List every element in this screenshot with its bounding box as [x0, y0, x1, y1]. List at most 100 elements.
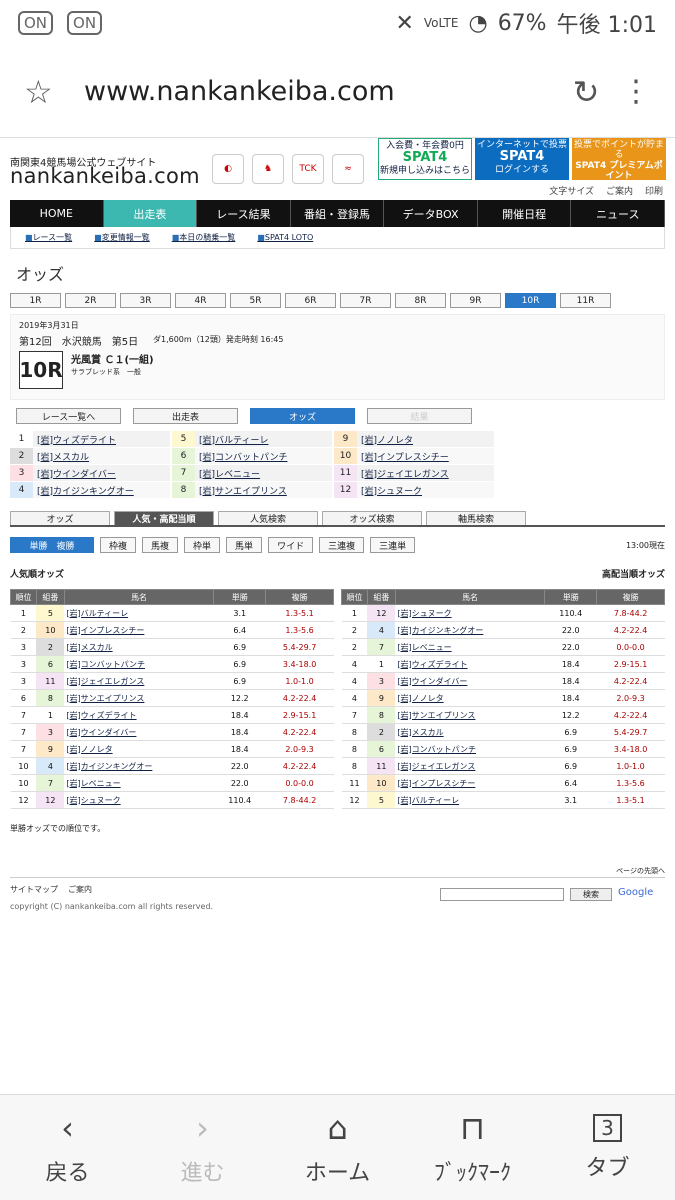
- horse-name-link[interactable]: [岩]インプレスシチー: [395, 774, 545, 792]
- entry-horse-link[interactable]: [岩]レベニュー: [199, 467, 260, 480]
- horse-name-link[interactable]: [岩]ウインダイバー: [395, 672, 545, 690]
- horse-name-link[interactable]: [岩]ノノレタ: [395, 689, 545, 707]
- odds-tab[interactable]: 人気検索: [218, 511, 318, 525]
- entry-horse-link[interactable]: [岩]ウインダイバー: [37, 467, 116, 480]
- nav-item[interactable]: 出走表: [103, 200, 198, 227]
- race-tab[interactable]: 1R: [10, 293, 61, 308]
- horse-name-link[interactable]: [岩]ノノレタ: [64, 740, 214, 758]
- subnav-link[interactable]: 変更情報一覧: [94, 232, 150, 243]
- entry-horse-link[interactable]: [岩]ウィズデライト: [37, 433, 116, 446]
- spat4-signup-banner[interactable]: 入会費・年会費0円 SPAT4 新規申し込みはこちら: [378, 138, 472, 180]
- track-logo-icon[interactable]: ◐: [212, 154, 244, 184]
- search-button[interactable]: 検索: [570, 888, 612, 901]
- nav-item[interactable]: データBOX: [384, 200, 478, 227]
- nav-item[interactable]: 開催日程: [478, 200, 572, 227]
- bet-type-button[interactable]: 三連複: [319, 537, 365, 553]
- bookmark-star-icon[interactable]: ☆: [24, 73, 84, 111]
- race-tab[interactable]: 8R: [395, 293, 446, 308]
- entry-horse-link[interactable]: [岩]ノノレタ: [361, 433, 413, 446]
- horse-name-link[interactable]: [岩]バルティーレ: [395, 791, 545, 809]
- horse-name-link[interactable]: [岩]シュヌーク: [395, 604, 545, 622]
- bet-type-button[interactable]: 枠単: [184, 537, 221, 553]
- horse-name-link[interactable]: [岩]ウィズデライト: [64, 706, 214, 724]
- odds-tab[interactable]: 軸馬検索: [426, 511, 526, 525]
- bet-type-button[interactable]: 単勝 複勝: [10, 537, 94, 553]
- page-top-link[interactable]: ページの先頭へ: [10, 866, 665, 878]
- entry-horse-link[interactable]: [岩]メスカル: [37, 450, 89, 463]
- race-tab[interactable]: 5R: [230, 293, 281, 308]
- site-search-input[interactable]: [440, 888, 564, 901]
- race-tab[interactable]: 4R: [175, 293, 226, 308]
- nav-item[interactable]: レース結果: [197, 200, 291, 227]
- race-tab[interactable]: 2R: [65, 293, 116, 308]
- home-button[interactable]: ⌂ ホーム: [270, 1095, 405, 1200]
- horse-name-link[interactable]: [岩]インプレスシチー: [64, 621, 214, 639]
- odds-button[interactable]: オッズ: [250, 408, 355, 424]
- subnav-link[interactable]: 本日の騎乗一覧: [172, 232, 235, 243]
- horse-name-link[interactable]: [岩]カイジンキングオー: [395, 621, 545, 639]
- entries-button[interactable]: 出走表: [133, 408, 238, 424]
- bet-type-button[interactable]: 三連単: [370, 537, 416, 553]
- horse-name-link[interactable]: [岩]シュヌーク: [64, 791, 214, 809]
- entry-horse-link[interactable]: [岩]インプレスシチー: [361, 450, 449, 463]
- sitemap-link[interactable]: サイトマップ: [10, 884, 58, 895]
- horse-name-link[interactable]: [岩]ジェイエレガンス: [395, 757, 545, 775]
- entry-horse-link[interactable]: [岩]シュヌーク: [361, 484, 422, 497]
- entry-horse-link[interactable]: [岩]サンエイプリンス: [199, 484, 287, 497]
- nav-item[interactable]: ニュース: [571, 200, 666, 227]
- entry-horse-link[interactable]: [岩]カイジンキングオー: [37, 484, 134, 497]
- odds-tab[interactable]: オッズ検索: [322, 511, 422, 525]
- spat4-login-banner[interactable]: インターネットで投票 SPAT4 ログインする: [475, 138, 569, 180]
- race-tab[interactable]: 10R: [505, 293, 556, 308]
- print-link[interactable]: 印刷: [645, 184, 663, 197]
- horse-name-link[interactable]: [岩]サンエイプリンス: [64, 689, 214, 707]
- more-menu-icon[interactable]: ⋮: [621, 74, 651, 109]
- tabs-button[interactable]: 3 タブ: [540, 1095, 675, 1200]
- back-button[interactable]: ‹ 戻る: [0, 1095, 135, 1200]
- horse-name-link[interactable]: [岩]カイジンキングオー: [64, 757, 214, 775]
- horse-name-link[interactable]: [岩]レベニュー: [64, 774, 214, 792]
- site-logo[interactable]: nankankeiba.com: [10, 164, 200, 188]
- track-logo-icon[interactable]: TCK: [292, 154, 324, 184]
- entry-horse-link[interactable]: [岩]ジェイエレガンス: [361, 467, 449, 480]
- race-tab[interactable]: 9R: [450, 293, 501, 308]
- horse-name-link[interactable]: [岩]バルティーレ: [64, 604, 214, 622]
- subnav-link[interactable]: SPAT4 LOTO: [257, 233, 313, 242]
- reload-icon[interactable]: ↻: [551, 73, 621, 111]
- subnav-link[interactable]: レース一覧: [25, 232, 73, 243]
- race-tab[interactable]: 7R: [340, 293, 391, 308]
- guide-link[interactable]: ご案内: [606, 184, 633, 197]
- bet-type-button[interactable]: 馬単: [226, 537, 263, 553]
- race-tab[interactable]: 3R: [120, 293, 171, 308]
- horse-name-link[interactable]: [岩]コンバットパンチ: [395, 740, 545, 758]
- url-field[interactable]: www.nankankeiba.com: [84, 76, 551, 107]
- nav-item[interactable]: 番組・登録馬: [291, 200, 385, 227]
- bookmarks-button[interactable]: ⊓ ﾌﾞｯｸﾏｰｸ: [405, 1095, 540, 1200]
- spat4-points-banner[interactable]: 投票でポイントが貯まる SPAT4 プレミアムポイント ログインする: [572, 138, 666, 191]
- font-size-tool[interactable]: 文字サイズ: [549, 184, 594, 197]
- bet-type-button[interactable]: 馬複: [142, 537, 179, 553]
- back-to-race-list-button[interactable]: レース一覧へ: [16, 408, 121, 424]
- nav-item[interactable]: HOME: [10, 200, 104, 227]
- bet-type-button[interactable]: 枠複: [100, 537, 137, 553]
- race-tab[interactable]: 6R: [285, 293, 336, 308]
- odds-tab[interactable]: 人気・高配当順: [114, 511, 214, 525]
- horse-name-link[interactable]: [岩]メスカル: [395, 723, 545, 741]
- horse-name-link[interactable]: [岩]レベニュー: [395, 638, 545, 656]
- forward-button[interactable]: › 進む: [135, 1095, 270, 1200]
- entry-horse-link[interactable]: [岩]コンバットパンチ: [199, 450, 287, 463]
- entry-horse-link[interactable]: [岩]バルティーレ: [199, 433, 268, 446]
- horse-name-link[interactable]: [岩]ウインダイバー: [64, 723, 214, 741]
- horse-name-link[interactable]: [岩]ジェイエレガンス: [64, 672, 214, 690]
- results-button[interactable]: 結果: [367, 408, 472, 424]
- horse-name-link[interactable]: [岩]コンバットパンチ: [64, 655, 214, 673]
- horse-name-link[interactable]: [岩]ウィズデライト: [395, 655, 545, 673]
- bet-type-button[interactable]: ワイド: [268, 537, 314, 553]
- race-tab[interactable]: 11R: [560, 293, 611, 308]
- guide-footer-link[interactable]: ご案内: [68, 884, 92, 895]
- track-logo-icon[interactable]: ♞: [252, 154, 284, 184]
- track-logo-icon[interactable]: ≈: [332, 154, 364, 184]
- odds-tab[interactable]: オッズ: [10, 511, 110, 525]
- horse-name-link[interactable]: [岩]サンエイプリンス: [395, 706, 545, 724]
- horse-name-link[interactable]: [岩]メスカル: [64, 638, 214, 656]
